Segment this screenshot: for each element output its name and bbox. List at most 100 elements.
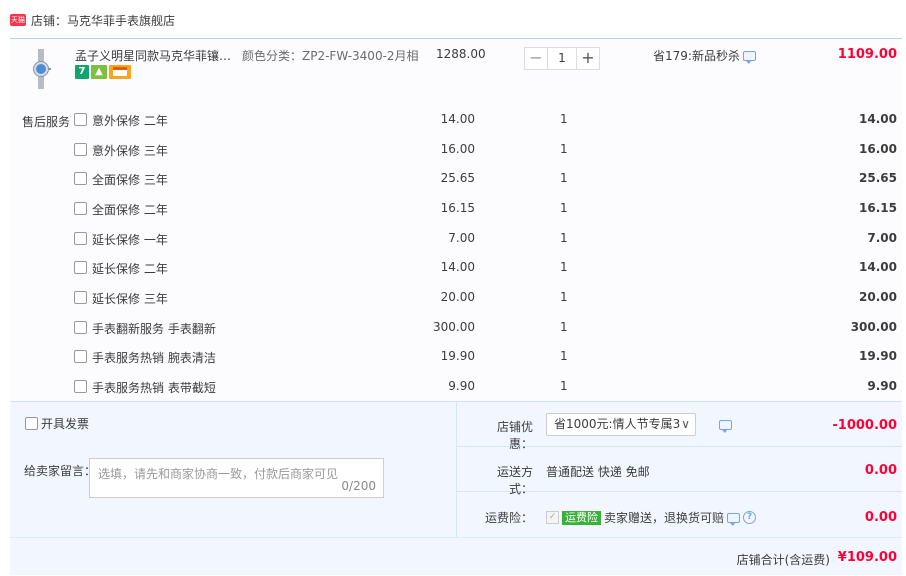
service-qty: 1 bbox=[560, 201, 568, 215]
decrease-button[interactable]: − bbox=[524, 47, 548, 70]
service-checkbox[interactable] bbox=[74, 350, 87, 363]
product-title-link[interactable]: 孟子义明星同款马克华菲镶钻小... bbox=[75, 47, 240, 64]
service-label: 手表服务热销 表带截短 bbox=[92, 381, 216, 395]
message-char-count: 0/200 bbox=[341, 479, 376, 493]
service-label: 全面保修 二年 bbox=[92, 203, 168, 217]
service-qty: 1 bbox=[560, 112, 568, 126]
card-icon bbox=[109, 65, 131, 79]
product-badges: 7 ▲ bbox=[75, 65, 131, 79]
service-price: 25.65 bbox=[440, 171, 475, 185]
service-qty: 1 bbox=[560, 231, 568, 245]
service-checkbox[interactable] bbox=[74, 380, 87, 393]
service-price: 16.00 bbox=[440, 142, 475, 156]
service-checkbox[interactable] bbox=[74, 232, 87, 245]
service-row: 延长保修 一年 7.00 1 7.00 bbox=[10, 229, 902, 249]
service-label: 手表服务热销 腕表清洁 bbox=[92, 351, 216, 365]
service-price: 14.00 bbox=[440, 260, 475, 274]
service-row: 全面保修 三年 25.65 1 25.65 bbox=[10, 169, 902, 189]
sku-text: 颜色分类：ZP2-FW-3400-2月相 bbox=[242, 49, 419, 63]
quantity-stepper: − 1 + bbox=[524, 47, 600, 70]
chat-icon[interactable] bbox=[742, 50, 756, 64]
seven-day-return-icon: 7 bbox=[75, 65, 89, 79]
chevron-down-icon: ∨ bbox=[681, 417, 690, 431]
shop-name-link[interactable]: 店铺：马克华菲手表旗舰店 bbox=[31, 12, 175, 29]
service-checkbox[interactable] bbox=[74, 113, 87, 126]
insurance-value: 0.00 bbox=[864, 510, 897, 525]
service-qty: 1 bbox=[560, 320, 568, 334]
service-label: 延长保修 一年 bbox=[92, 233, 168, 247]
service-subtotal: 16.15 bbox=[859, 201, 897, 215]
promotion-text: 省179:新品秒杀 bbox=[653, 49, 740, 63]
service-subtotal: 16.00 bbox=[859, 142, 897, 156]
service-qty: 1 bbox=[560, 171, 568, 185]
discount-select[interactable]: 省1000元:情人节专属3 ∨ bbox=[546, 413, 696, 436]
insurance-tag: 运费险 bbox=[562, 510, 601, 525]
insurance-row: 运费险： ✓ 运费险 卖家赠送，退换货可赔 ? 0.00 bbox=[457, 492, 902, 538]
discount-row: 店铺优惠： 省1000元:情人节专属3 ∨ -1000.00 bbox=[457, 402, 902, 451]
service-row: 意外保修 三年 16.00 1 16.00 bbox=[10, 140, 902, 160]
service-row: 全面保修 二年 16.15 1 16.15 bbox=[10, 199, 902, 219]
shop-header: 天猫 店铺：马克华菲手表旗舰店 bbox=[10, 11, 175, 29]
service-subtotal: 20.00 bbox=[859, 290, 897, 304]
service-label: 意外保修 三年 bbox=[92, 144, 168, 158]
service-qty: 1 bbox=[560, 260, 568, 274]
service-subtotal: 9.90 bbox=[867, 379, 897, 393]
product-total: 1109.00 bbox=[837, 47, 897, 62]
product-price: 1288.00 bbox=[436, 47, 486, 61]
message-placeholder: 选填，请先和商家协商一致，付款后商家可见 bbox=[98, 467, 339, 481]
discount-value: -1000.00 bbox=[832, 418, 897, 433]
chat-icon[interactable] bbox=[719, 420, 732, 433]
service-price: 14.00 bbox=[440, 112, 475, 126]
service-row: 意外保修 二年 14.00 1 14.00 bbox=[10, 110, 902, 130]
service-label: 延长保修 二年 bbox=[92, 262, 168, 276]
service-label: 意外保修 二年 bbox=[92, 114, 168, 128]
service-row: 延长保修 二年 14.00 1 14.00 bbox=[10, 258, 902, 278]
seller-message-input[interactable]: 选填，请先和商家协商一致，付款后商家可见 0/200 bbox=[89, 458, 384, 498]
order-item-box: 孟子义明星同款马克华菲镶钻小... 7 ▲ 颜色分类：ZP2-FW-3400-2… bbox=[10, 38, 902, 575]
service-checkbox[interactable] bbox=[74, 172, 87, 185]
increase-button[interactable]: + bbox=[576, 47, 600, 70]
service-row: 手表翻新服务 手表翻新 300.00 1 300.00 bbox=[10, 318, 902, 338]
service-qty: 1 bbox=[560, 142, 568, 156]
shipping-value: 0.00 bbox=[864, 463, 897, 478]
service-subtotal: 14.00 bbox=[859, 112, 897, 126]
service-price: 16.15 bbox=[440, 201, 475, 215]
shop-total-bar: 店铺合计(含运费) ¥109.00 bbox=[10, 537, 902, 575]
service-price: 7.00 bbox=[448, 231, 475, 245]
insurance-checkbox: ✓ bbox=[546, 511, 559, 524]
wood-icon: ▲ bbox=[91, 65, 107, 79]
help-icon[interactable]: ? bbox=[743, 511, 757, 524]
shipping-row: 运送方式： 普通配送 快递 免邮 0.00 bbox=[457, 447, 902, 496]
service-price: 300.00 bbox=[433, 320, 475, 334]
service-checkbox[interactable] bbox=[74, 202, 87, 215]
service-subtotal: 19.90 bbox=[859, 349, 897, 363]
invoice-checkbox[interactable] bbox=[25, 417, 38, 430]
insurance-option: ✓ 运费险 卖家赠送，退换货可赔 ? bbox=[546, 509, 757, 526]
service-qty: 1 bbox=[560, 349, 568, 363]
service-subtotal: 7.00 bbox=[867, 231, 897, 245]
service-row: 延长保修 三年 20.00 1 20.00 bbox=[10, 288, 902, 308]
shop-total-value: ¥109.00 bbox=[837, 550, 897, 565]
invoice-label: 开具发票 bbox=[41, 417, 90, 431]
chat-icon[interactable] bbox=[727, 512, 741, 526]
watch-thumbnail[interactable] bbox=[26, 49, 56, 89]
service-row: 手表服务热销 腕表清洁 19.90 1 19.90 bbox=[10, 347, 902, 367]
service-row: 手表服务热销 表带截短 9.90 1 9.90 bbox=[10, 377, 902, 397]
service-price: 9.90 bbox=[448, 379, 475, 393]
service-subtotal: 14.00 bbox=[859, 260, 897, 274]
service-checkbox[interactable] bbox=[74, 261, 87, 274]
service-qty: 1 bbox=[560, 290, 568, 304]
service-label: 全面保修 三年 bbox=[92, 173, 168, 187]
insurance-desc: 卖家赠送，退换货可赔 bbox=[604, 511, 725, 525]
quantity-input[interactable]: 1 bbox=[548, 47, 576, 70]
insurance-label: 运费险： bbox=[484, 511, 533, 525]
service-qty: 1 bbox=[560, 379, 568, 393]
service-checkbox[interactable] bbox=[74, 321, 87, 334]
shipping-method: 普通配送 快递 免邮 bbox=[546, 465, 650, 479]
service-price: 19.90 bbox=[440, 349, 475, 363]
service-price: 20.00 bbox=[440, 290, 475, 304]
invoice-option[interactable]: 开具发票 bbox=[25, 415, 89, 432]
service-checkbox[interactable] bbox=[74, 291, 87, 304]
tmall-badge-icon: 天猫 bbox=[10, 14, 26, 26]
service-checkbox[interactable] bbox=[74, 143, 87, 156]
